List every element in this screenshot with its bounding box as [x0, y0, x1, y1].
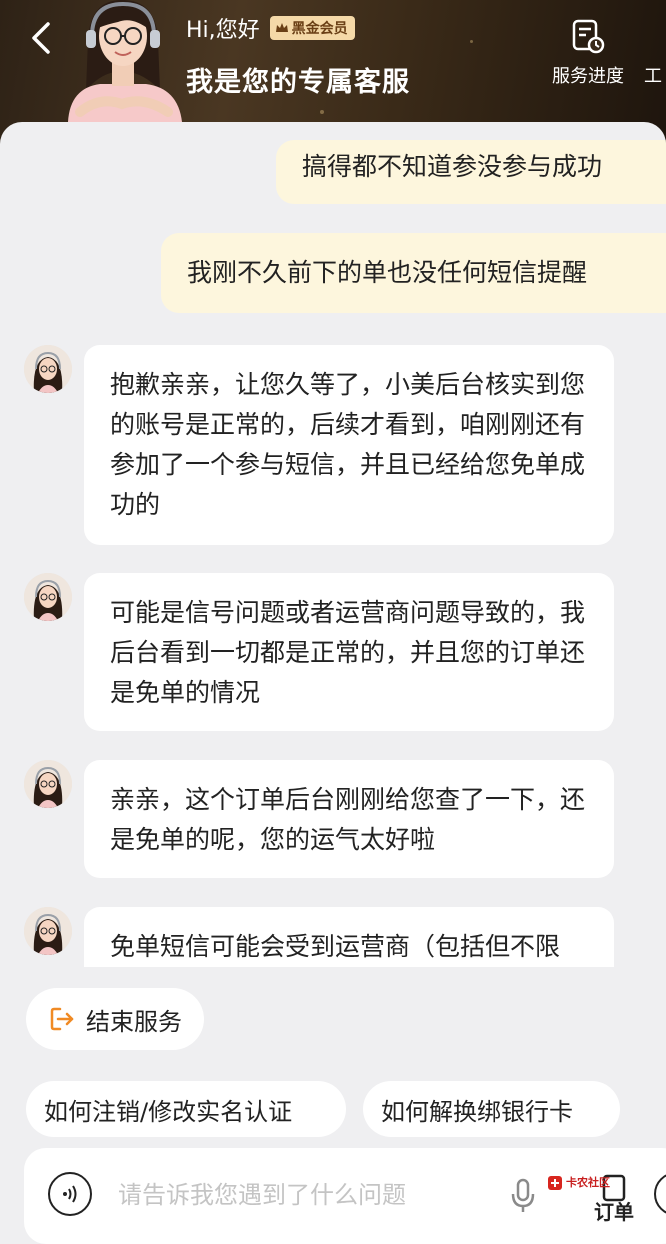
greeting-text: Hi,您好	[186, 18, 260, 43]
voice-mode-button[interactable]	[48, 1172, 92, 1216]
ticket-label: 工	[644, 66, 662, 87]
end-service-label: 结束服务	[86, 1007, 182, 1036]
chat-area[interactable]: 搞得都不知道参没参与成功 我刚不久前下的单也没任何短信提醒 抱歉亲亲，让您久等了…	[0, 122, 666, 967]
agent-message: 亲亲，这个订单后台刚刚给您查了一下，还是免单的呢，您的运气太好啦	[24, 760, 614, 878]
message-input[interactable]	[116, 1174, 500, 1216]
agent-message: 抱歉亲亲，让您久等了，小美后台核实到您的账号是正常的，后续才看到，咱刚刚还有参加…	[24, 345, 614, 545]
agent-avatar-small	[24, 345, 72, 393]
agent-bubble: 可能是信号问题或者运营商问题导致的，我后台看到一切都是正常的，并且您的订单还是免…	[84, 573, 614, 731]
agent-avatar-small	[24, 573, 72, 621]
agent-message: 免单短信可能会受到运营商（包括但不限	[24, 907, 614, 967]
service-progress-label: 服务进度	[552, 66, 624, 87]
agent-avatar-small	[24, 760, 72, 808]
greeting-row: Hi,您好 黑金会员	[186, 12, 355, 44]
page-title: 我是您的专属客服	[186, 67, 410, 98]
agent-avatar	[68, 0, 182, 122]
back-button[interactable]	[24, 18, 60, 58]
user-message: 我刚不久前下的单也没任何短信提醒	[161, 233, 666, 313]
chevron-left-icon	[32, 22, 50, 54]
exit-icon	[50, 1007, 74, 1031]
ticket-button[interactable]: 工	[644, 62, 662, 88]
service-progress-button[interactable]: 服务进度	[552, 18, 624, 88]
quick-question-chip[interactable]: 如何解换绑银行卡	[363, 1081, 620, 1137]
agent-message-text: 免单短信可能会受到运营商（包括但不限	[110, 932, 561, 961]
quick-question-chip[interactable]: 如何注销/修改实名认证	[26, 1081, 346, 1137]
watermark-icon	[548, 1176, 562, 1190]
quick-question-label: 如何解换绑银行卡	[381, 1097, 573, 1126]
agent-bubble: 亲亲，这个订单后台刚刚给您查了一下，还是免单的呢，您的运气太好啦	[84, 760, 614, 878]
user-message-text: 我刚不久前下的单也没任何短信提醒	[187, 258, 588, 287]
agent-message-text: 亲亲，这个订单后台刚刚给您查了一下，还是免单的呢，您的运气太好啦	[110, 785, 586, 854]
agent-bubble: 抱歉亲亲，让您久等了，小美后台核实到您的账号是正常的，后续才看到，咱刚刚还有参加…	[84, 345, 614, 545]
microphone-icon	[511, 1178, 535, 1212]
end-service-button[interactable]: 结束服务	[26, 988, 204, 1050]
member-badge: 黑金会员	[269, 16, 355, 40]
user-message: 搞得都不知道参没参与成功	[276, 140, 666, 204]
watermark-text: 卡农社区	[566, 1176, 610, 1189]
agent-bubble: 免单短信可能会受到运营商（包括但不限	[84, 907, 614, 967]
user-message-text: 搞得都不知道参没参与成功	[302, 152, 603, 181]
crown-icon	[275, 23, 288, 32]
more-button[interactable]	[654, 1172, 666, 1216]
agent-message-text: 抱歉亲亲，让您久等了，小美后台核实到您的账号是正常的，后续才看到，咱刚刚还有参加…	[110, 370, 586, 519]
quick-question-label: 如何注销/修改实名认证	[44, 1097, 293, 1126]
microphone-button[interactable]	[510, 1178, 536, 1218]
voice-wave-icon	[63, 1185, 77, 1203]
order-button[interactable]: 卡农社区 订单	[548, 1172, 646, 1244]
agent-message-text: 可能是信号问题或者运营商问题导致的，我后台看到一切都是正常的，并且您的订单还是免…	[110, 598, 586, 707]
service-progress-icon	[572, 19, 605, 54]
member-badge-label: 黑金会员	[291, 21, 348, 37]
agent-message: 可能是信号问题或者运营商问题导致的，我后台看到一切都是正常的，并且您的订单还是免…	[24, 573, 614, 731]
order-label: 订单	[594, 1200, 634, 1224]
agent-avatar-small	[24, 907, 72, 955]
